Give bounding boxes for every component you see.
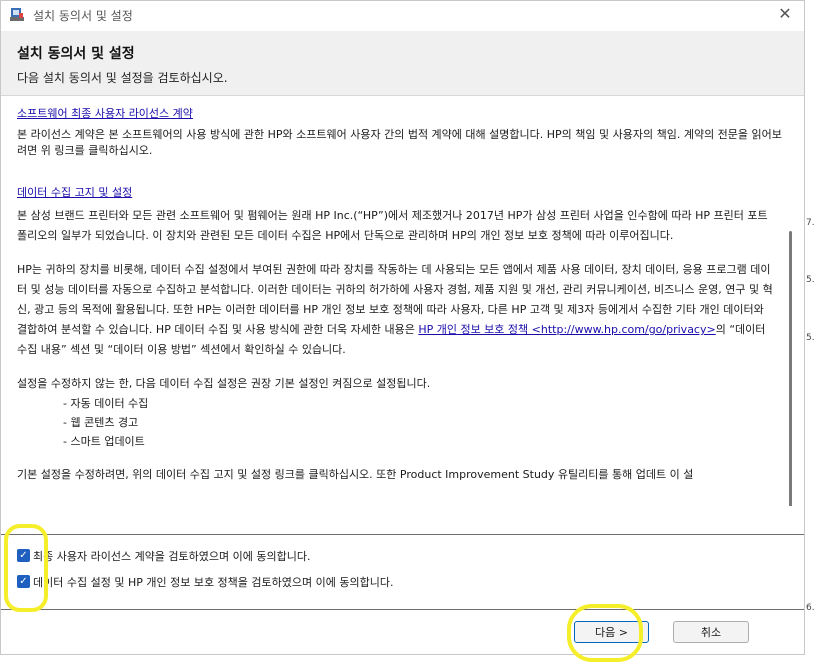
privacy-policy-link[interactable]: HP 개인 정보 보호 정책 <http://www.hp.com/go/pri… bbox=[418, 323, 715, 336]
eula-agree-checkbox[interactable]: ✓ bbox=[17, 549, 30, 562]
default-settings-list: - 자동 데이터 수집 - 웹 콘텐츠 경고 - 스마트 업데이트 bbox=[17, 394, 773, 451]
data-paragraph-1: 본 삼성 브랜드 프린터와 모든 관련 소프트웨어 및 펌웨어는 원래 HP I… bbox=[17, 209, 768, 242]
next-button[interactable]: 다음 > bbox=[574, 621, 649, 643]
eula-link[interactable]: 소프트웨어 최종 사용자 라이선스 계약 bbox=[17, 105, 193, 121]
title-bar: 설치 동의서 및 설정 ✕ bbox=[1, 1, 804, 31]
data-collection-text: 본 삼성 브랜드 프린터와 모든 관련 소프트웨어 및 펌웨어는 원래 HP I… bbox=[17, 206, 773, 499]
data-collection-link[interactable]: 데이터 수집 고지 및 설정 bbox=[17, 184, 132, 200]
data-collection-text-box[interactable]: 본 삼성 브랜드 프린터와 모든 관련 소프트웨어 및 펌웨어는 원래 HP I… bbox=[11, 206, 795, 506]
agreement-content: 소프트웨어 최종 사용자 라이선스 계약 본 라이선스 계약은 본 소프트웨어의… bbox=[1, 96, 804, 536]
divider bbox=[1, 534, 804, 535]
header-title: 설치 동의서 및 설정 bbox=[17, 46, 135, 62]
background-window-fragment: 5. bbox=[806, 333, 814, 343]
header-subtitle: 다음 설치 동의서 및 설정을 검토하십시오. bbox=[17, 71, 228, 85]
data-agree-label[interactable]: 데이터 수집 설정 및 HP 개인 정보 보호 정책을 검토하였으며 이에 동의… bbox=[33, 574, 393, 590]
list-item: - 스마트 업데이트 bbox=[63, 435, 145, 448]
list-item: - 자동 데이터 수집 bbox=[63, 397, 149, 410]
eula-agree-label[interactable]: 최종 사용자 라이선스 계약을 검토하였으며 이에 동의합니다. bbox=[33, 548, 310, 564]
scrollbar[interactable] bbox=[789, 231, 792, 506]
data-paragraph-4: 기본 설정을 수정하려면, 위의 데이터 수집 고지 및 설정 링크를 클릭하십… bbox=[17, 468, 694, 481]
data-agree-checkbox[interactable]: ✓ bbox=[17, 575, 30, 588]
divider bbox=[1, 609, 804, 610]
installer-app-icon bbox=[10, 7, 24, 22]
close-icon[interactable]: ✕ bbox=[776, 5, 794, 23]
cancel-button[interactable]: 취소 bbox=[673, 621, 749, 643]
background-window-fragment: 7. bbox=[806, 218, 814, 228]
background-window-fragment: 5. bbox=[806, 275, 814, 285]
data-paragraph-2: HP는 귀하의 장치를 비롯해, 데이터 수집 설정에서 부여된 권한에 따라 … bbox=[17, 260, 773, 360]
background-window-fragment: 6. bbox=[806, 603, 814, 613]
list-item: - 웹 콘텐츠 경고 bbox=[63, 416, 139, 429]
data-paragraph-3: 설정을 수정하지 않는 한, 다음 데이터 수집 설정은 권장 기본 설정인 켜… bbox=[17, 377, 431, 390]
eula-description: 본 라이선스 계약은 본 소프트웨어의 사용 방식에 관한 HP와 소프트웨어 … bbox=[17, 128, 782, 157]
window-title: 설치 동의서 및 설정 bbox=[33, 9, 133, 23]
installer-dialog: 설치 동의서 및 설정 ✕ 설치 동의서 및 설정 다음 설치 동의서 및 설정… bbox=[0, 0, 805, 655]
dialog-header: 설치 동의서 및 설정 다음 설치 동의서 및 설정을 검토하십시오. bbox=[1, 31, 804, 96]
